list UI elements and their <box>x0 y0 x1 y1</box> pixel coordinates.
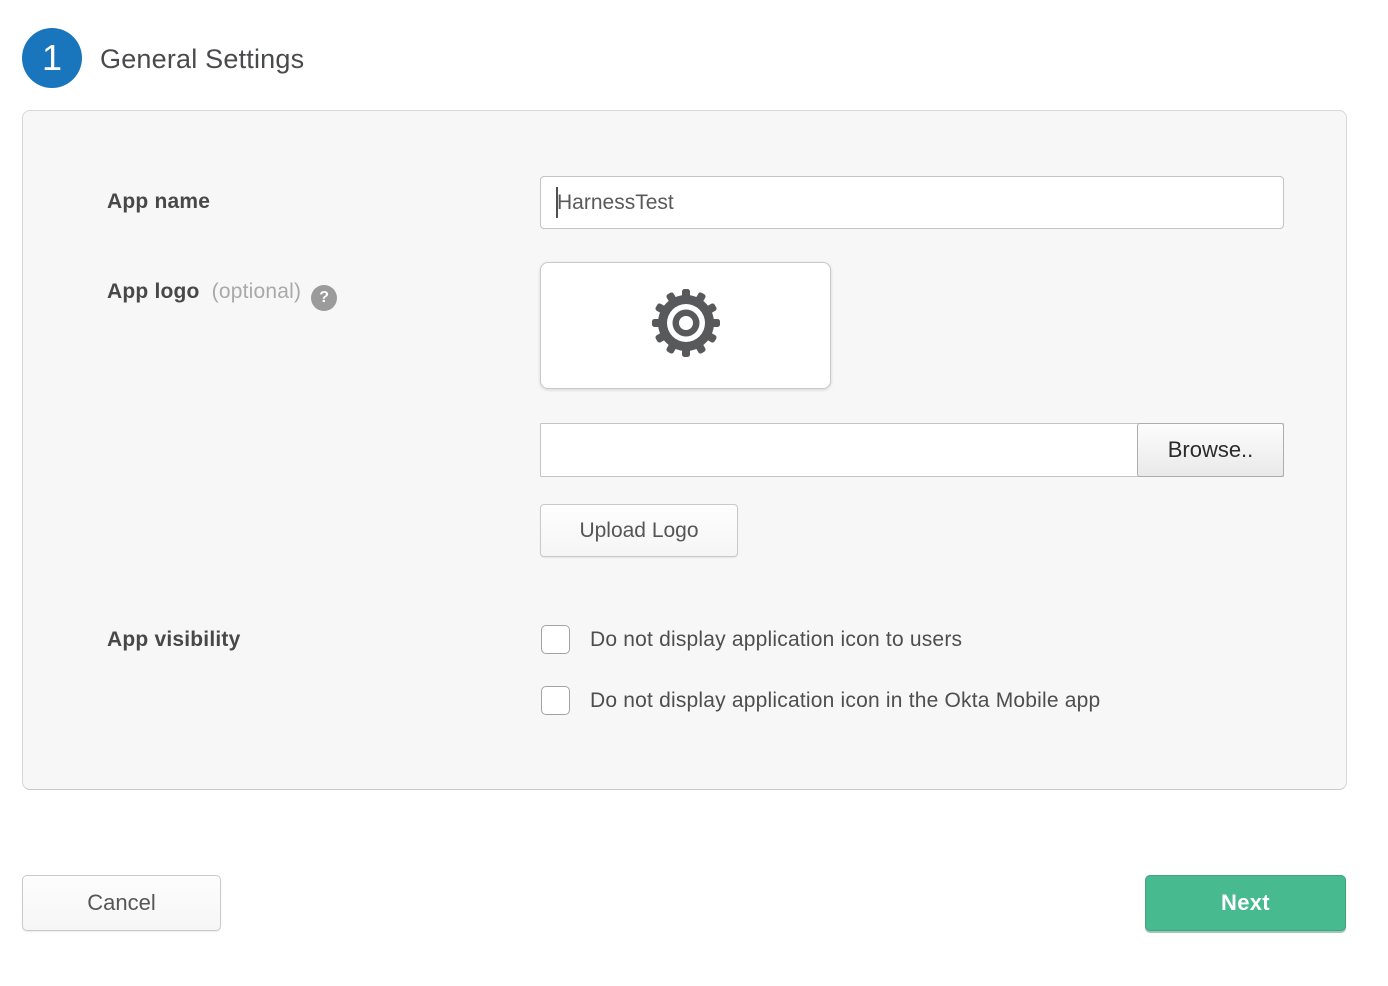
logo-file-chooser: Browse.. <box>540 423 1284 477</box>
checkbox-hide-icon-users-label[interactable]: Do not display application icon to users <box>590 628 962 652</box>
checkbox-hide-icon-mobile[interactable] <box>541 686 570 715</box>
app-name-label: App name <box>107 190 210 214</box>
step-number: 1 <box>42 37 62 79</box>
app-logo-preview <box>540 262 831 389</box>
upload-logo-button[interactable]: Upload Logo <box>540 504 738 557</box>
checkbox-hide-icon-users[interactable] <box>541 625 570 654</box>
browse-button[interactable]: Browse.. <box>1137 423 1284 477</box>
help-icon[interactable]: ? <box>311 285 337 311</box>
general-settings-screen: 1 General Settings App name App logo (op… <box>0 0 1388 986</box>
app-visibility-label: App visibility <box>107 628 241 652</box>
page-title: General Settings <box>100 44 304 75</box>
app-logo-optional-note: (optional) <box>206 280 302 303</box>
app-logo-label: App logo (optional)? <box>107 280 337 311</box>
step-number-badge: 1 <box>22 28 82 88</box>
app-name-input[interactable] <box>540 176 1284 229</box>
checkbox-hide-icon-mobile-label[interactable]: Do not display application icon in the O… <box>590 689 1100 713</box>
gear-icon <box>649 286 723 365</box>
app-logo-label-text: App logo <box>107 280 200 303</box>
cancel-button[interactable]: Cancel <box>22 875 221 931</box>
next-button[interactable]: Next <box>1145 875 1346 931</box>
text-cursor <box>556 187 558 218</box>
